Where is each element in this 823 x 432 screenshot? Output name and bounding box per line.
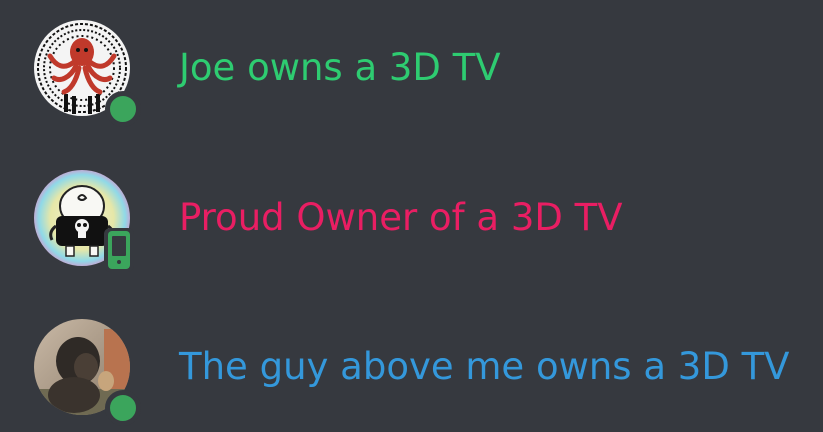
member-name[interactable]: Proud Owner of a 3D TV [179,193,623,243]
phone-home-button [117,260,121,264]
phone-body [108,231,130,269]
member-item[interactable]: Proud Owner of a 3D TV [0,143,823,293]
avatar-container[interactable] [34,20,141,127]
member-list: Joe owns a 3D TV Proud Owner of a 3D TV … [0,0,823,432]
online-dot-icon [105,91,141,127]
online-dot-icon [105,390,141,426]
avatar-container[interactable] [34,319,141,426]
member-item[interactable]: Joe owns a 3D TV [0,0,823,143]
member-item[interactable]: The guy above me owns a 3D TV [0,292,823,432]
member-name[interactable]: The guy above me owns a 3D TV [179,342,789,392]
avatar-container[interactable] [34,170,134,272]
mobile-phone-icon [104,228,134,272]
phone-screen [112,236,126,256]
member-name[interactable]: Joe owns a 3D TV [179,43,501,93]
